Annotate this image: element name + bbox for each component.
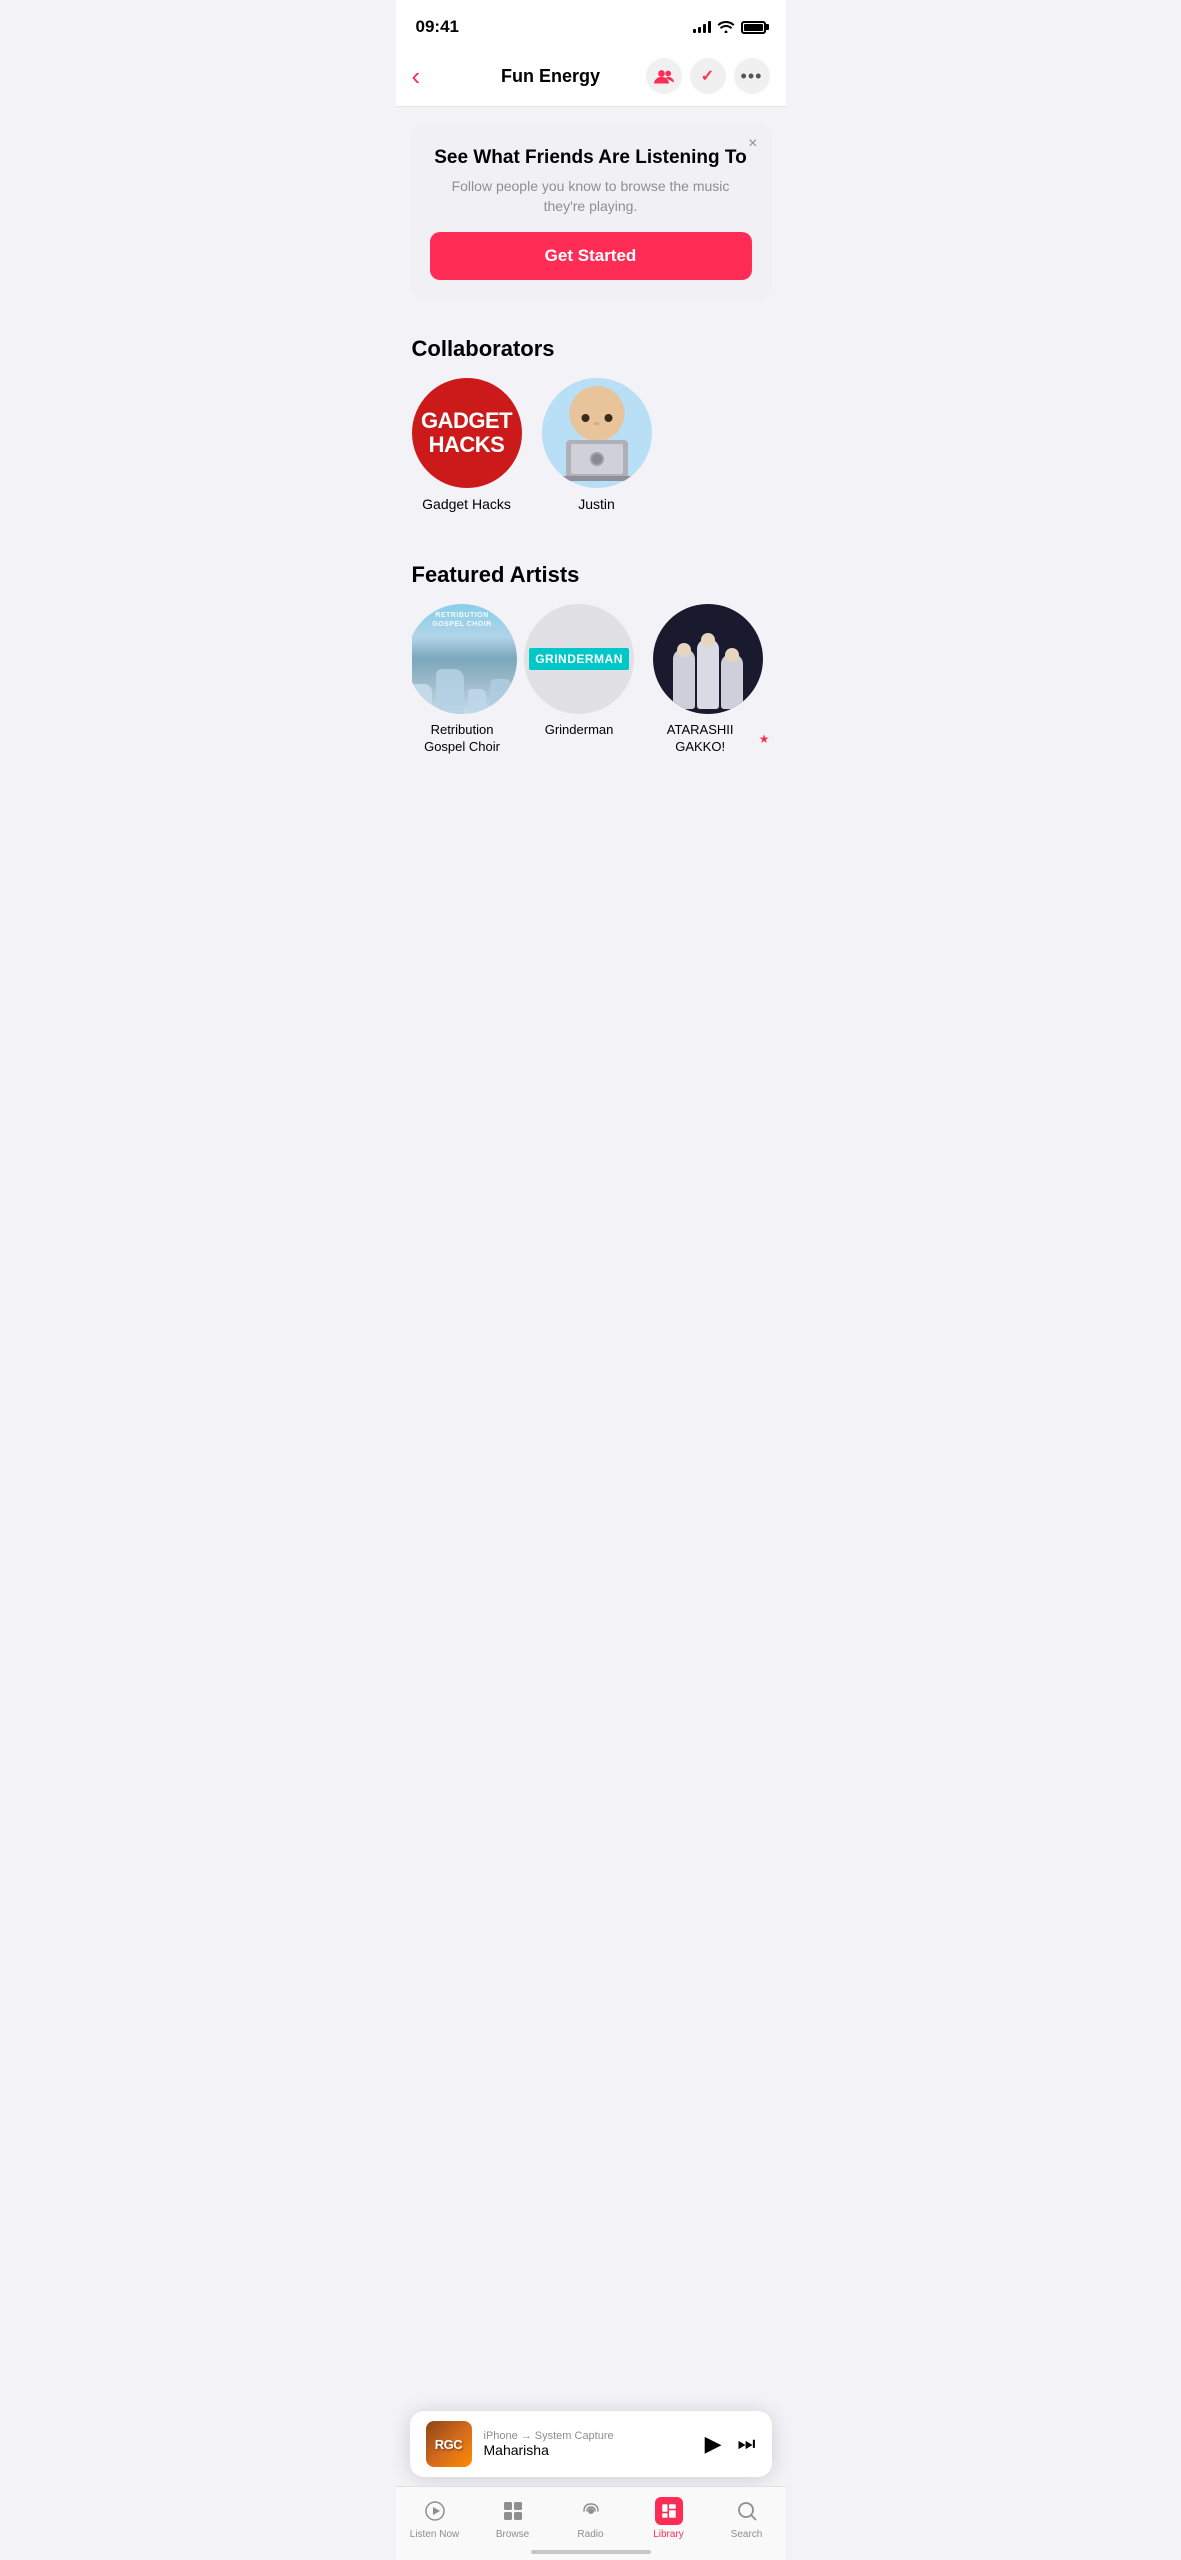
featured-artists-title: Featured Artists	[412, 562, 770, 588]
grinderman-avatar: GRINDERMAN	[524, 604, 634, 714]
now-playing-controls: ▶ ⏭	[705, 2431, 756, 2457]
tab-label-search: Search	[731, 2529, 763, 2540]
library-icon	[655, 2497, 683, 2525]
check-button[interactable]: ✓	[690, 58, 726, 94]
now-playing-source: iPhone	[484, 2430, 518, 2442]
now-playing-bar[interactable]: RGC iPhone → System Capture Maharisha ▶ …	[410, 2411, 772, 2477]
artist-atarashii[interactable]: ATARASHII GAKKO! ★	[646, 604, 770, 756]
tab-radio[interactable]: Radio	[561, 2497, 621, 2540]
collaborator-name-justin: Justin	[578, 496, 615, 512]
skip-forward-button[interactable]: ⏭	[738, 2433, 756, 2456]
now-playing-title: Maharisha	[484, 2442, 693, 2458]
home-indicator	[531, 2550, 651, 2554]
tab-label-library: Library	[653, 2529, 684, 2540]
justin-avatar	[542, 378, 652, 488]
browse-icon	[499, 2497, 527, 2525]
collaborators-list: GADGET HACKS Gadget Hacks	[412, 378, 770, 522]
atarashii-avatar	[653, 604, 763, 714]
nav-header: ‹ Fun Energy ✓ •••	[396, 48, 786, 107]
tab-label-browse: Browse	[496, 2529, 529, 2540]
now-playing-artwork: RGC	[426, 2421, 472, 2467]
featured-artists-section: Featured Artists RETRIBUTIONGOSPEL CHOIR	[396, 542, 786, 776]
now-playing-destination: System Capture	[535, 2430, 614, 2442]
artist-name-atarashii: ATARASHII GAKKO!	[646, 722, 755, 756]
collaborator-name-gadget-hacks: Gadget Hacks	[422, 496, 511, 512]
banner-subtitle: Follow people you know to browse the mus…	[430, 177, 752, 216]
artist-retribution[interactable]: RETRIBUTIONGOSPEL CHOIR RetributionGospe…	[412, 604, 513, 756]
artist-name-grinderman: Grinderman	[545, 722, 614, 739]
nav-actions: ✓ •••	[646, 58, 770, 94]
friends-banner: × See What Friends Are Listening To Foll…	[410, 123, 772, 300]
tab-search[interactable]: Search	[717, 2497, 777, 2540]
banner-title: See What Friends Are Listening To	[430, 147, 752, 169]
search-icon	[733, 2497, 761, 2525]
tab-label-radio: Radio	[577, 2529, 603, 2540]
now-playing-arrow-icon: →	[521, 2430, 532, 2442]
retribution-avatar: RETRIBUTIONGOSPEL CHOIR	[412, 604, 518, 714]
tab-listen-now[interactable]: Listen Now	[405, 2497, 465, 2540]
page-title: Fun Energy	[456, 66, 646, 87]
tab-label-listen-now: Listen Now	[410, 2529, 459, 2540]
grinderman-text: GRINDERMAN	[529, 648, 629, 670]
gadget-hacks-avatar: GADGET HACKS	[412, 378, 522, 488]
artist-name-retribution: RetributionGospel Choir	[424, 722, 500, 756]
listen-now-icon	[421, 2497, 449, 2525]
tab-library[interactable]: Library	[639, 2497, 699, 2540]
tab-browse[interactable]: Browse	[483, 2497, 543, 2540]
play-button[interactable]: ▶	[705, 2431, 722, 2457]
battery-icon	[741, 21, 766, 34]
artist-grinderman[interactable]: GRINDERMAN Grinderman	[529, 604, 630, 756]
friends-button[interactable]	[646, 58, 682, 94]
radio-icon	[577, 2497, 605, 2525]
artists-list: RETRIBUTIONGOSPEL CHOIR RetributionGospe…	[412, 604, 770, 766]
signal-icon	[693, 21, 711, 33]
collaborators-title: Collaborators	[412, 336, 770, 362]
collaborator-gadget-hacks[interactable]: GADGET HACKS Gadget Hacks	[412, 378, 522, 512]
tab-bar: Listen Now Browse Radio	[396, 2486, 786, 2560]
get-started-button[interactable]: Get Started	[430, 232, 752, 280]
more-button[interactable]: •••	[734, 58, 770, 94]
rgc-logo: RGC	[426, 2421, 472, 2467]
collaborators-section: Collaborators GADGET HACKS Gadget Hacks	[396, 316, 786, 532]
artist-name-atarashii-row: ATARASHII GAKKO! ★	[646, 722, 770, 756]
collaborator-justin[interactable]: Justin	[542, 378, 652, 512]
status-bar: 09:41	[396, 0, 786, 48]
back-button[interactable]: ‹	[412, 61, 456, 92]
featured-star-icon: ★	[759, 732, 770, 746]
scroll-content: × See What Friends Are Listening To Foll…	[396, 107, 786, 936]
status-icons	[693, 19, 766, 36]
status-time: 09:41	[416, 17, 459, 37]
banner-close-button[interactable]: ×	[748, 135, 757, 153]
wifi-icon	[717, 19, 735, 36]
now-playing-info: iPhone → System Capture Maharisha	[484, 2430, 693, 2458]
